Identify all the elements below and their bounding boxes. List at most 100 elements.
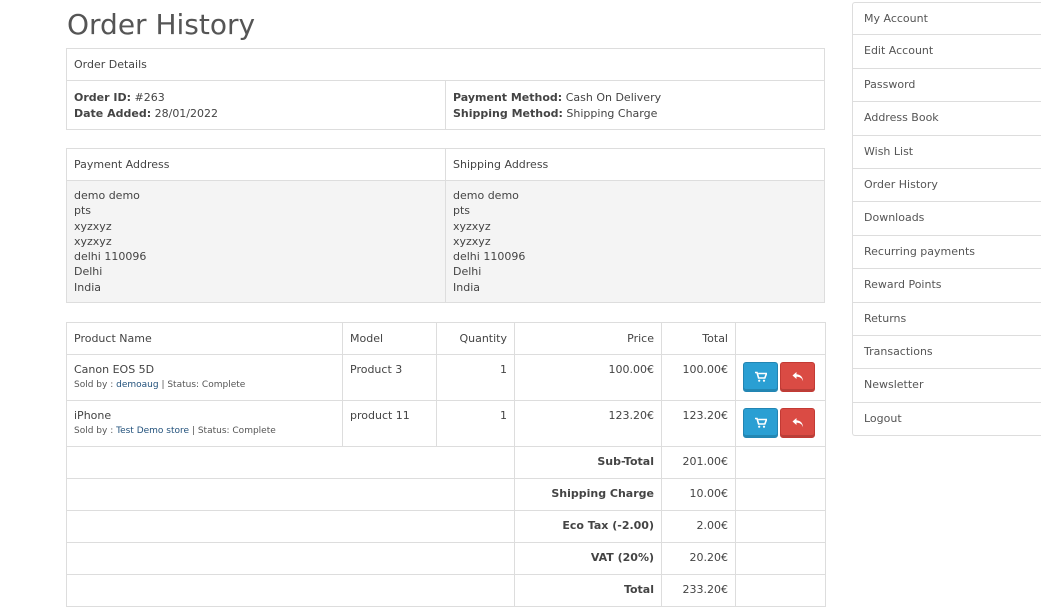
products-table: Product Name Model Quantity Price Total … <box>66 322 826 607</box>
product-total: 100.00€ <box>661 354 736 401</box>
address-line: demo demo <box>453 189 519 202</box>
product-status: | Status: Complete <box>161 380 246 390</box>
address-table: Payment Address Shipping Address demo de… <box>66 148 825 303</box>
row-actions <box>735 354 826 401</box>
order-details-table: Order Details Order ID: #263 Date Added:… <box>66 48 825 130</box>
product-price: 100.00€ <box>514 354 662 401</box>
page-title: Order History <box>67 8 256 41</box>
table-row: Canon EOS 5D Sold by : demoaug | Status:… <box>66 354 826 401</box>
address-line: xyzxyz <box>453 219 491 233</box>
account-sidebar: My Account Edit Account Password Address… <box>852 2 1041 437</box>
subtotal-label: Sub-Total <box>514 446 662 479</box>
address-line: Delhi <box>74 265 103 279</box>
sidebar-item-my-account[interactable]: My Account <box>852 2 1041 36</box>
shipping-address-header: Shipping Address <box>445 148 825 181</box>
payment-address-header: Payment Address <box>66 148 446 181</box>
sidebar-item-order-history[interactable]: Order History <box>852 168 1041 203</box>
reply-icon <box>792 372 803 382</box>
payment-method: Cash On Delivery <box>565 91 662 104</box>
address-line: demo demo <box>74 189 140 202</box>
reorder-button[interactable] <box>743 408 778 438</box>
totals-spacer <box>66 510 515 543</box>
col-actions <box>735 322 826 355</box>
eco-tax-value: 2.00€ <box>661 510 736 543</box>
totals-empty <box>735 478 826 511</box>
sold-by-label: Sold by : <box>74 380 114 390</box>
date-added: 28/01/2022 <box>154 107 219 120</box>
sidebar-item-wish-list[interactable]: Wish List <box>852 135 1041 169</box>
sidebar-item-logout[interactable]: Logout <box>852 402 1041 437</box>
seller-link[interactable]: Test Demo store <box>116 426 189 436</box>
order-id-label: Order ID: <box>74 91 131 104</box>
payment-method-label: Payment Method: <box>453 91 563 104</box>
shipping-method: Shipping Charge <box>566 107 658 120</box>
shipping-address: demo demo pts xyzxyz xyzxyz delhi 110096… <box>445 180 825 303</box>
product-model: product 11 <box>342 400 437 447</box>
totals-spacer <box>66 542 515 575</box>
subtotal-value: 201.00€ <box>661 446 736 479</box>
sidebar-item-returns[interactable]: Returns <box>852 302 1041 336</box>
product-model: Product 3 <box>342 354 437 401</box>
total-value: 233.20€ <box>661 574 736 607</box>
col-price: Price <box>514 322 662 355</box>
product-total: 123.20€ <box>661 400 736 447</box>
sidebar-item-edit-account[interactable]: Edit Account <box>852 35 1041 69</box>
address-line: xyzxyz <box>453 234 491 248</box>
product-price: 123.20€ <box>514 400 662 447</box>
sold-by-label: Sold by : <box>74 426 114 436</box>
sidebar-item-newsletter[interactable]: Newsletter <box>852 369 1041 403</box>
row-actions <box>735 400 826 447</box>
method-info-cell: Payment Method: Cash On Delivery Shippin… <box>445 80 825 130</box>
sidebar-item-address-book[interactable]: Address Book <box>852 102 1041 136</box>
totals-empty <box>735 510 826 543</box>
eco-tax-label: Eco Tax (-2.00) <box>514 510 662 543</box>
address-line: India <box>74 280 101 294</box>
vat-value: 20.20€ <box>661 542 736 575</box>
product-cell: iPhone Sold by : Test Demo store | Statu… <box>66 400 343 447</box>
return-button[interactable] <box>780 362 815 392</box>
total-row: Total 233.20€ <box>66 574 826 607</box>
cart-icon <box>754 371 767 382</box>
address-line: delhi 110096 <box>453 250 526 264</box>
address-line: India <box>453 280 480 294</box>
seller-link[interactable]: demoaug <box>116 380 158 390</box>
total-label: Total <box>514 574 662 607</box>
product-status: | Status: Complete <box>191 426 276 436</box>
sidebar-item-reward-points[interactable]: Reward Points <box>852 269 1041 303</box>
shipping-method-label: Shipping Method: <box>453 107 563 120</box>
address-line: xyzxyz <box>74 234 112 248</box>
date-added-label: Date Added: <box>74 107 152 120</box>
sidebar-item-password[interactable]: Password <box>852 68 1041 103</box>
sidebar-item-recurring-payments[interactable]: Recurring payments <box>852 235 1041 270</box>
product-quantity: 1 <box>436 354 515 401</box>
sold-by: Sold by : Test Demo store | Status: Comp… <box>74 424 335 438</box>
main-content: Order History Order Details Order ID: #2… <box>66 0 826 607</box>
sold-by: Sold by : demoaug | Status: Complete <box>74 378 335 392</box>
reply-icon <box>792 418 803 428</box>
address-line: xyzxyz <box>74 219 112 233</box>
shipping-charge-value: 10.00€ <box>661 478 736 511</box>
totals-empty <box>735 542 826 575</box>
cart-icon <box>754 417 767 428</box>
order-details-header: Order Details <box>66 48 825 81</box>
sidebar-item-transactions[interactable]: Transactions <box>852 335 1041 370</box>
col-model: Model <box>342 322 437 355</box>
address-line: Delhi <box>453 265 482 279</box>
product-cell: Canon EOS 5D Sold by : demoaug | Status:… <box>66 354 343 401</box>
order-info-cell: Order ID: #263 Date Added: 28/01/2022 <box>66 80 446 130</box>
payment-address: demo demo pts xyzxyz xyzxyz delhi 110096… <box>66 180 446 303</box>
totals-empty <box>735 574 826 607</box>
totals-spacer <box>66 446 515 479</box>
col-product-name: Product Name <box>66 322 343 355</box>
address-line: pts <box>453 204 471 218</box>
subtotal-row: Sub-Total 201.00€ <box>66 446 826 479</box>
sidebar-item-downloads[interactable]: Downloads <box>852 202 1041 236</box>
totals-spacer <box>66 574 515 607</box>
return-button[interactable] <box>780 408 815 438</box>
table-row: iPhone Sold by : Test Demo store | Statu… <box>66 400 826 447</box>
col-total: Total <box>661 322 736 355</box>
eco-tax-row: Eco Tax (-2.00) 2.00€ <box>66 510 826 543</box>
reorder-button[interactable] <box>743 362 778 392</box>
shipping-charge-label: Shipping Charge <box>514 478 662 511</box>
totals-spacer <box>66 478 515 511</box>
